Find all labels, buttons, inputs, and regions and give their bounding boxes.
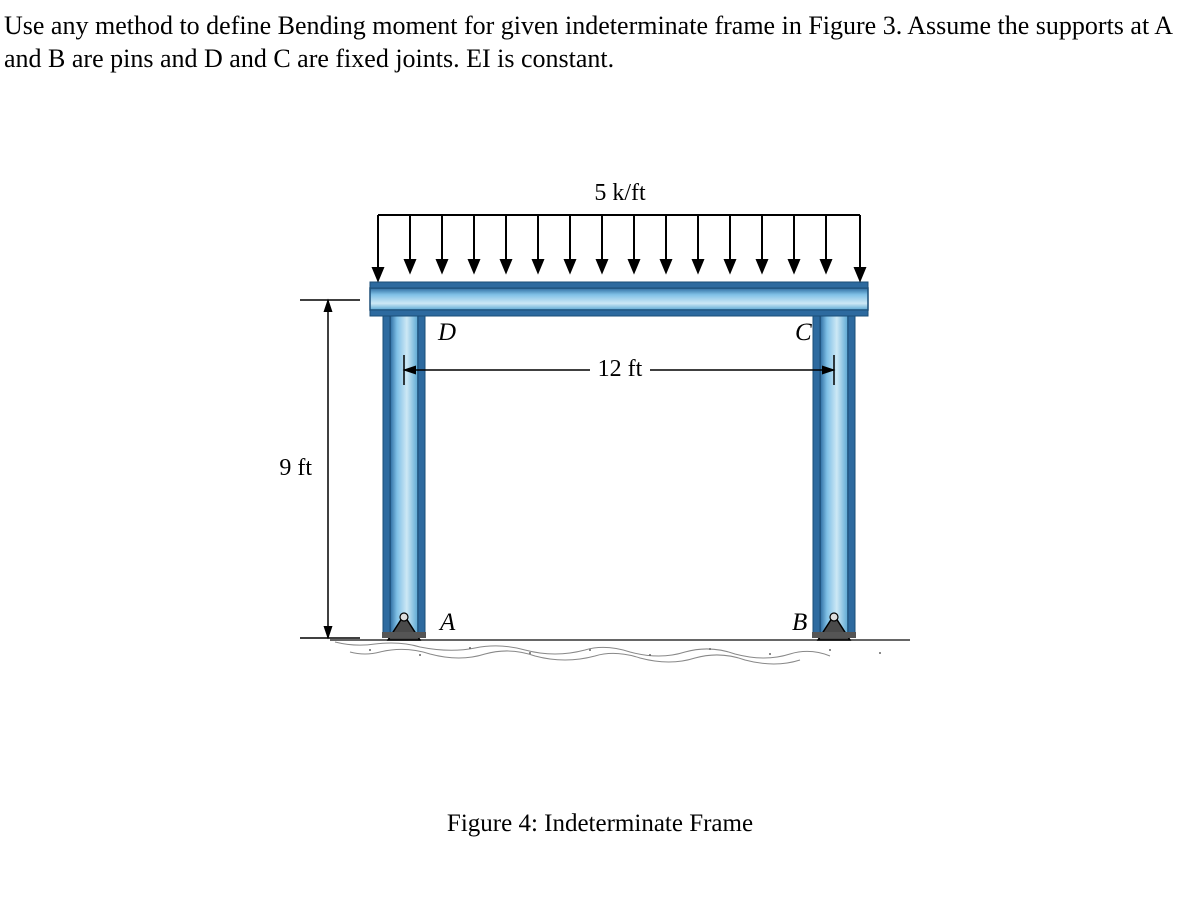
joint-D-label: D	[437, 319, 456, 346]
joint-B-label: B	[792, 609, 807, 636]
column-BC	[813, 285, 855, 635]
span-label: 12 ft	[598, 356, 643, 382]
beam-DC	[370, 282, 868, 316]
figure-frame: 5 k/ft 9 ft 12 ft D C A B	[250, 160, 950, 720]
problem-statement: Use any method to define Bending moment …	[4, 10, 1180, 75]
ground	[330, 640, 910, 664]
height-label: 9 ft	[279, 455, 312, 481]
figure-caption: Figure 4: Indeterminate Frame	[0, 810, 1200, 838]
distributed-load	[373, 215, 865, 280]
joint-C-label: C	[795, 319, 812, 346]
joint-A-label: A	[438, 609, 456, 636]
load-label: 5 k/ft	[594, 180, 646, 206]
column-AD	[383, 285, 425, 635]
